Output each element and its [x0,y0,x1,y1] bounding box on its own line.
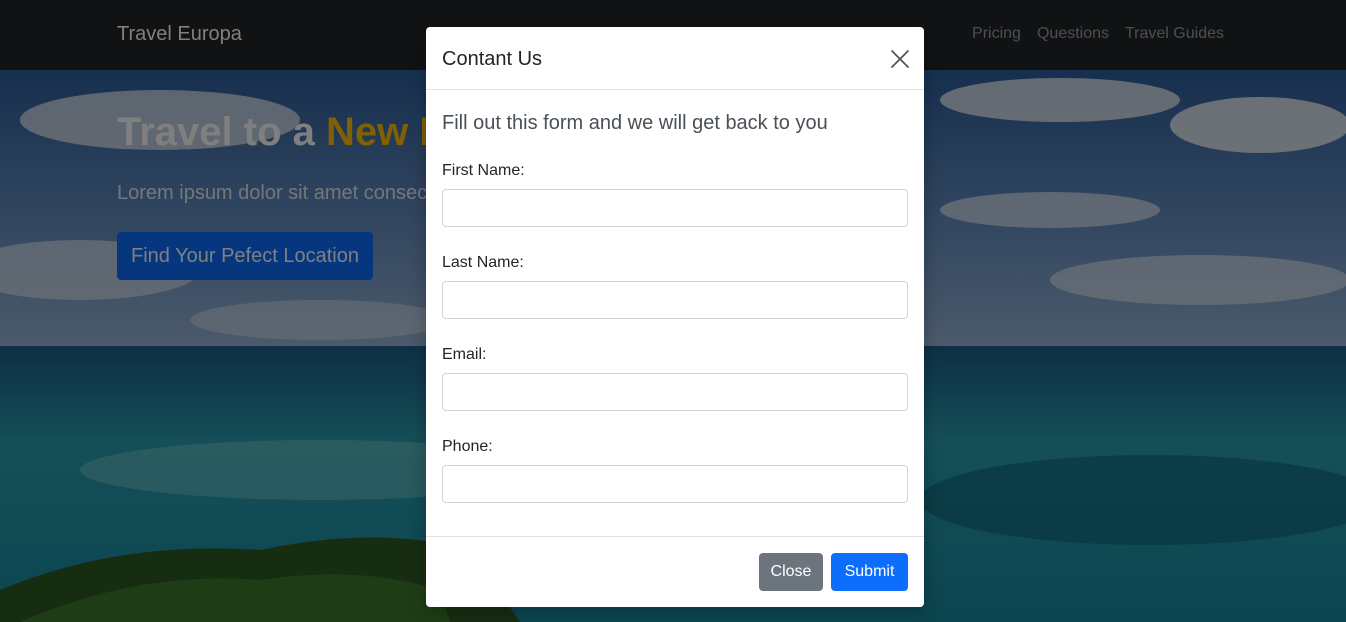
first-name-group: First Name: [442,162,908,227]
phone-input[interactable] [442,465,908,503]
phone-label: Phone: [442,438,493,455]
submit-button[interactable]: Submit [831,553,908,591]
contact-modal: Contant Us Fill out this form and we wil… [426,27,924,607]
modal-header: Contant Us [426,27,924,90]
phone-group: Phone: [442,438,908,503]
email-input[interactable] [442,373,908,411]
modal-footer: Close Submit [426,536,924,607]
last-name-group: Last Name: [442,254,908,319]
close-icon-glyph [891,50,909,68]
first-name-label: First Name: [442,162,525,179]
email-group: Email: [442,346,908,411]
email-label: Email: [442,346,487,363]
first-name-input[interactable] [442,189,908,227]
last-name-label: Last Name: [442,254,524,271]
close-icon[interactable] [888,47,912,71]
last-name-input[interactable] [442,281,908,319]
close-button[interactable]: Close [759,553,823,591]
modal-title: Contant Us [442,48,543,70]
modal-lead: Fill out this form and we will get back … [442,112,828,134]
